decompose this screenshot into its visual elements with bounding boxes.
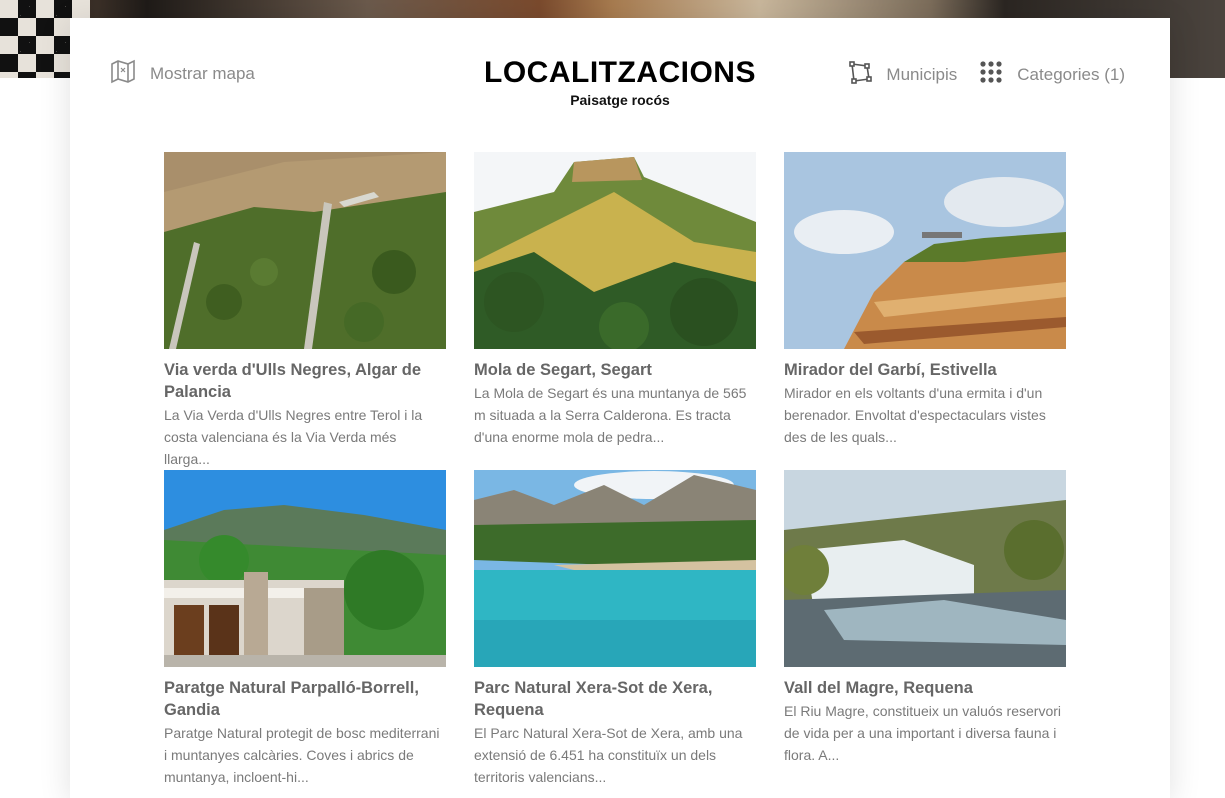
place-image[interactable] [784,152,1066,349]
categories-filter-button[interactable]: Categories (1) [979,60,1125,89]
place-image[interactable] [474,152,756,349]
content-card: Mostrar mapa LOCALITZACIONS Paisatge roc… [70,18,1170,798]
place-description: El Riu Magre, constitueix un valuós rese… [784,703,1062,763]
place-description: La Via Verda d'Ulls Negres entre Terol i… [164,407,423,467]
place-description: La Mola de Segart és una muntanya de 565… [474,385,747,445]
place-card[interactable]: Vall del Magre, Requena El Riu Magre, co… [784,470,1066,766]
place-card[interactable]: Mola de Segart, Segart La Mola de Segart… [474,152,756,448]
municipis-label: Municipis [886,64,958,84]
filter-bar: Municipis Categories (1) [848,60,1125,89]
place-description: Paratge Natural protegit de bosc mediter… [164,725,440,785]
place-card[interactable]: Via verda d'Ulls Negres, Algar de Palanc… [164,152,446,470]
place-title[interactable]: Via verda d'Ulls Negres, Algar de Palanc… [164,359,446,403]
page-subtitle: Paisatge rocós [570,92,670,108]
place-card[interactable]: Mirador del Garbí, Estivella Mirador en … [784,152,1066,448]
place-image[interactable] [474,470,756,667]
place-image[interactable] [164,152,446,349]
grid-dots-icon [979,60,1003,89]
place-image[interactable] [784,470,1066,667]
place-title[interactable]: Mirador del Garbí, Estivella [784,359,1066,381]
place-card[interactable]: Paratge Natural Parpalló-Borrell, Gandia… [164,470,446,788]
place-image[interactable] [164,470,446,667]
polygon-icon [848,60,873,89]
place-description: Mirador en els voltants d'una ermita i d… [784,385,1046,445]
place-title[interactable]: Paratge Natural Parpalló-Borrell, Gandia [164,677,446,721]
municipis-filter-button[interactable]: Municipis [848,60,957,89]
place-description: El Parc Natural Xera-Sot de Xera, amb un… [474,725,743,785]
place-title[interactable]: Mola de Segart, Segart [474,359,756,381]
place-card[interactable]: Parc Natural Xera-Sot de Xera, Requena E… [474,470,756,788]
place-title[interactable]: Vall del Magre, Requena [784,677,1066,699]
top-bar: Mostrar mapa LOCALITZACIONS Paisatge roc… [70,18,1170,128]
categories-label: Categories (1) [1017,64,1125,84]
place-title[interactable]: Parc Natural Xera-Sot de Xera, Requena [474,677,756,721]
